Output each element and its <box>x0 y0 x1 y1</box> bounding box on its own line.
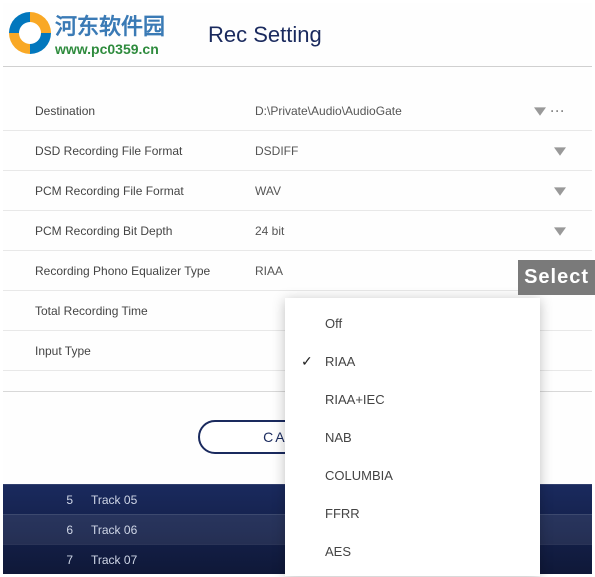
dropdown-option[interactable]: AES <box>285 532 540 570</box>
dropdown-option[interactable]: COLUMBIA <box>285 456 540 494</box>
watermark: 河东软件园 www.pc0359.cn <box>9 9 165 57</box>
setting-row: Recording Phono Equalizer TypeRIAA <box>3 251 592 291</box>
setting-label: Input Type <box>35 344 255 358</box>
track-name: Track 05 <box>91 493 137 507</box>
setting-label: Total Recording Time <box>35 304 255 318</box>
browse-button[interactable]: ··· <box>548 104 568 118</box>
dropdown-option[interactable]: RIAA <box>285 342 540 380</box>
setting-row: DestinationD:\Private\Audio\AudioGate ··· <box>3 91 592 131</box>
track-number: 5 <box>45 493 73 507</box>
setting-value: WAV <box>255 184 552 198</box>
track-number: 7 <box>45 553 73 567</box>
chevron-down-icon[interactable] <box>532 103 548 119</box>
setting-value: DSDIFF <box>255 144 552 158</box>
dialog-title: Rec Setting <box>208 22 322 48</box>
dropdown-option[interactable]: RIAA+IEC <box>285 380 540 418</box>
setting-label: PCM Recording Bit Depth <box>35 224 255 238</box>
track-number: 6 <box>45 523 73 537</box>
dropdown-option[interactable]: NAB <box>285 418 540 456</box>
track-name: Track 06 <box>91 523 137 537</box>
dropdown-option[interactable]: FFRR <box>285 494 540 532</box>
setting-row: DSD Recording File FormatDSDIFF <box>3 131 592 171</box>
chevron-down-icon[interactable] <box>552 183 568 199</box>
setting-value: 24 bit <box>255 224 552 238</box>
setting-label: DSD Recording File Format <box>35 144 255 158</box>
chevron-down-icon[interactable] <box>552 223 568 239</box>
setting-row: PCM Recording File FormatWAV <box>3 171 592 211</box>
dropdown-option[interactable]: Off <box>285 304 540 342</box>
watermark-logo-icon <box>9 12 51 54</box>
setting-row: PCM Recording Bit Depth24 bit <box>3 211 592 251</box>
chevron-down-icon[interactable] <box>552 143 568 159</box>
phono-eq-dropdown[interactable]: OffRIAARIAA+IECNABCOLUMBIAFFRRAES <box>285 298 540 576</box>
setting-value: RIAA <box>255 264 552 278</box>
track-name: Track 07 <box>91 553 137 567</box>
watermark-title: 河东软件园 <box>55 9 165 41</box>
setting-label: PCM Recording File Format <box>35 184 255 198</box>
watermark-url: www.pc0359.cn <box>55 41 165 57</box>
setting-label: Destination <box>35 104 255 118</box>
setting-value: D:\Private\Audio\AudioGate <box>255 104 532 118</box>
select-callout: Select <box>518 260 595 295</box>
setting-label: Recording Phono Equalizer Type <box>35 264 255 278</box>
